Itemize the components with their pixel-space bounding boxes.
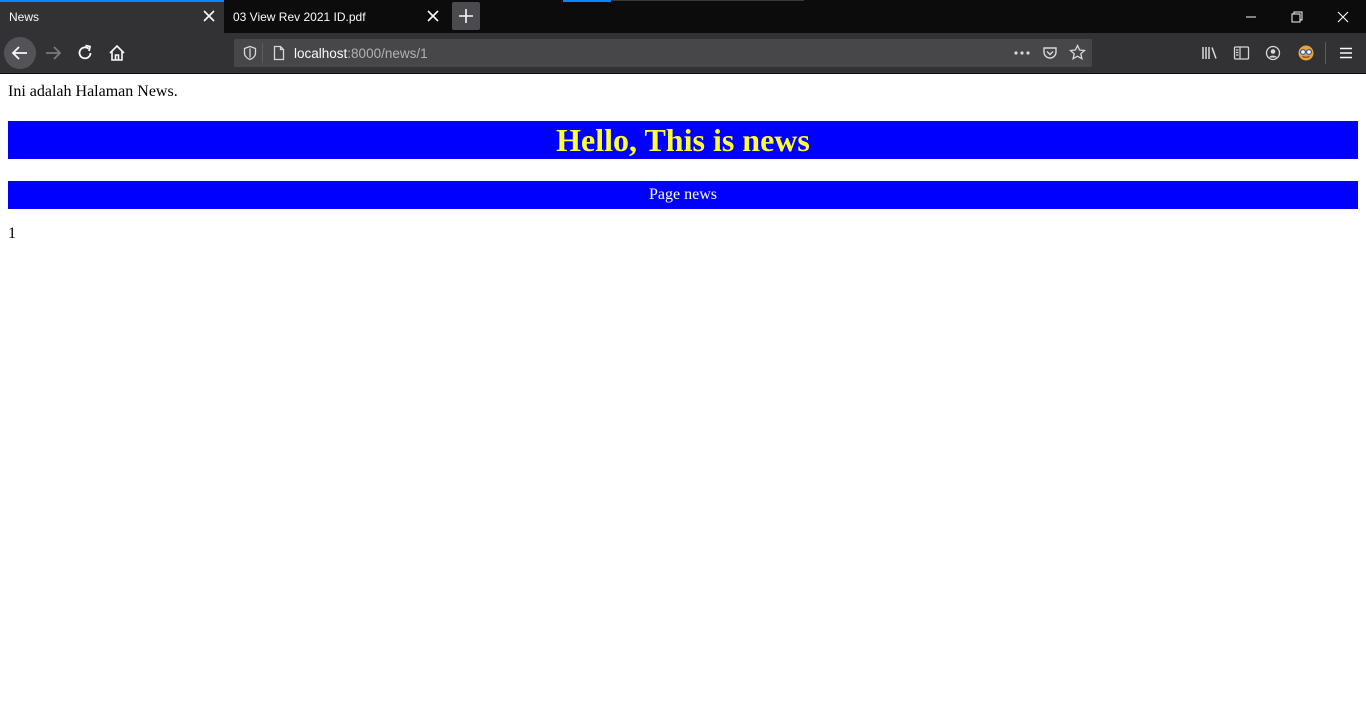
tab-strip: News 03 View Rev 2021 ID.pdf [0, 0, 1366, 33]
restore-button[interactable] [1274, 0, 1320, 33]
account-icon[interactable] [1265, 45, 1281, 61]
url-divider [262, 43, 263, 63]
nav-toolbar: localhost:8000/news/1 [0, 33, 1366, 74]
close-icon [1337, 11, 1349, 23]
tab-title: 03 View Rev 2021 ID.pdf [233, 10, 366, 24]
library-icon[interactable] [1201, 45, 1219, 61]
url-text[interactable]: localhost:8000/news/1 [294, 46, 428, 61]
more-actions-icon[interactable] [1013, 45, 1031, 61]
tab-indicator [563, 0, 611, 2]
tab-pdf[interactable]: 03 View Rev 2021 ID.pdf [224, 0, 448, 33]
star-icon[interactable] [1069, 44, 1086, 61]
url-path: :8000/news/1 [347, 46, 428, 61]
reload-icon [78, 44, 92, 60]
shield-icon[interactable] [242, 45, 258, 61]
minimize-button[interactable] [1228, 0, 1274, 33]
home-button[interactable] [101, 37, 133, 69]
page-content: Ini adalah Halaman News. Hello, This is … [0, 74, 1366, 724]
page-headline: Hello, This is news [8, 121, 1358, 159]
forward-button[interactable] [37, 37, 69, 69]
pocket-icon[interactable] [1042, 45, 1058, 61]
url-host: localhost [294, 46, 348, 61]
minimize-icon [1246, 16, 1256, 18]
url-bar[interactable]: localhost:8000/news/1 [234, 39, 1092, 67]
plus-icon [459, 9, 473, 23]
close-tab-icon[interactable] [202, 9, 216, 23]
close-tab-icon[interactable] [426, 9, 440, 23]
arrow-left-icon [11, 46, 27, 60]
home-icon [109, 44, 125, 61]
reload-button[interactable] [69, 37, 101, 69]
restore-icon [1291, 11, 1303, 23]
toolbar-divider [1325, 42, 1326, 64]
new-tab-button[interactable] [452, 2, 480, 30]
menu-icon[interactable] [1338, 45, 1354, 61]
tab-news[interactable]: News [0, 0, 224, 33]
page-subheading: Page news [8, 181, 1358, 209]
intro-text: Ini adalah Halaman News. [8, 83, 178, 100]
tab-title: News [9, 10, 40, 24]
tab-indicator-track [611, 0, 804, 1]
page-info-icon[interactable] [271, 45, 287, 61]
close-window-button[interactable] [1320, 0, 1366, 33]
arrow-right-icon [46, 46, 62, 60]
extension-icon[interactable] [1297, 44, 1315, 62]
news-id-value: 1 [8, 225, 16, 242]
sidebar-icon[interactable] [1233, 45, 1250, 61]
back-button[interactable] [4, 37, 36, 69]
